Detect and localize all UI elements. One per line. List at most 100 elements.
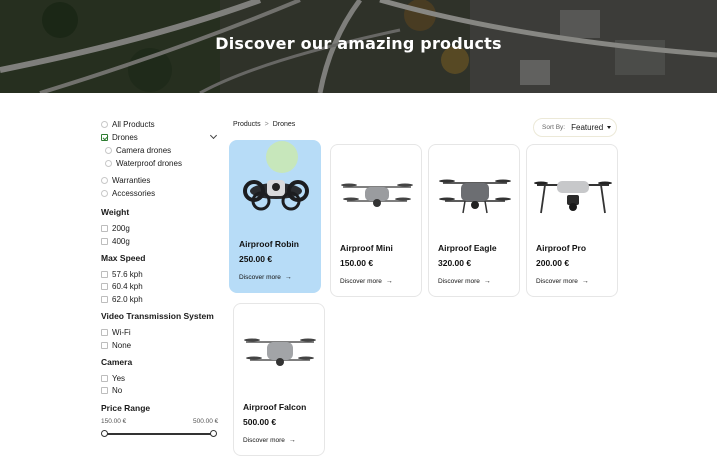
filter-option[interactable]: 57.6 kph <box>101 268 143 280</box>
category-waterproof-drones[interactable]: Waterproof drones <box>105 157 182 169</box>
filter-option[interactable]: No <box>101 384 122 396</box>
checkbox[interactable] <box>101 386 108 394</box>
product-card[interactable]: Airproof Falcon 500.00 € Discover more → <box>233 303 325 456</box>
category-warranties[interactable]: Warranties <box>101 174 150 186</box>
cta-label: Discover more <box>340 278 382 285</box>
product-card[interactable]: Airproof Mini 150.00 € Discover more → <box>330 144 422 297</box>
discover-more-link[interactable]: Discover more → <box>243 437 296 444</box>
breadcrumb-products[interactable]: Products <box>233 121 261 128</box>
pro-drone-icon <box>534 181 612 214</box>
cta-label: Discover more <box>536 278 578 285</box>
product-name: Airproof Robin <box>239 239 299 249</box>
fpv-drone-icon <box>243 180 309 211</box>
product-name: Airproof Mini <box>340 243 393 253</box>
price-max-handle[interactable] <box>210 430 217 437</box>
cta-label: Discover more <box>239 274 281 281</box>
filter-option[interactable]: Wi-Fi <box>101 326 131 338</box>
radio-button[interactable] <box>105 146 112 154</box>
breadcrumb: Products > Drones <box>233 121 295 128</box>
option-label: Wi-Fi <box>112 327 131 337</box>
option-label: Yes <box>112 373 126 383</box>
option-label: No <box>112 385 123 395</box>
product-price: 200.00 € <box>536 258 570 268</box>
product-card[interactable]: Airproof Robin 250.00 € Discover more → <box>229 140 321 293</box>
product-name: Airproof Eagle <box>438 243 497 253</box>
checkbox[interactable] <box>101 341 108 349</box>
category-label: All Products <box>112 119 155 129</box>
product-price: 500.00 € <box>243 417 277 427</box>
filter-option[interactable]: Yes <box>101 372 125 384</box>
price-min-label: 150.00 € <box>101 418 127 425</box>
arrow-right-icon: → <box>483 278 491 285</box>
arrow-right-icon: → <box>581 278 589 285</box>
checkbox[interactable] <box>101 224 108 232</box>
product-price: 250.00 € <box>239 254 273 264</box>
discover-more-link[interactable]: Discover more → <box>239 274 292 281</box>
checkbox[interactable] <box>101 270 108 278</box>
category-label: Warranties <box>112 175 151 185</box>
option-label: 57.6 kph <box>112 269 143 279</box>
checkbox[interactable] <box>101 295 108 303</box>
arrow-right-icon: → <box>288 437 296 444</box>
filter-title-price-range: Price Range <box>101 403 151 413</box>
category-accessories[interactable]: Accessories <box>101 187 155 199</box>
category-label: Camera drones <box>116 145 172 155</box>
discover-more-link[interactable]: Discover more → <box>536 278 589 285</box>
category-label: Drones <box>112 132 138 142</box>
product-price: 320.00 € <box>438 258 472 268</box>
checkbox[interactable] <box>101 282 108 290</box>
checkbox[interactable] <box>101 374 108 382</box>
filter-option[interactable]: 400g <box>101 235 130 247</box>
arrow-right-icon: → <box>385 278 393 285</box>
filter-title-camera: Camera <box>101 357 133 367</box>
checkbox[interactable] <box>101 328 108 336</box>
category-drones[interactable]: Drones <box>101 131 138 143</box>
product-price: 150.00 € <box>340 258 374 268</box>
sort-value: Featured <box>571 123 604 132</box>
radio-button[interactable] <box>101 120 108 128</box>
category-label: Waterproof drones <box>116 158 182 168</box>
option-label: 400g <box>112 236 130 246</box>
radio-button[interactable] <box>101 176 108 184</box>
breadcrumb-separator: > <box>264 121 269 128</box>
price-range-track[interactable] <box>104 433 214 435</box>
sort-dropdown[interactable]: Sort By: Featured <box>533 118 617 137</box>
discover-more-link[interactable]: Discover more → <box>438 278 491 285</box>
checkbox-checked[interactable] <box>101 133 108 141</box>
page-title: Discover our amazing products <box>215 34 502 53</box>
hero-banner: Discover our amazing products <box>0 0 717 93</box>
product-card[interactable]: Airproof Pro 200.00 € Discover more → <box>526 144 618 297</box>
sort-label: Sort By: <box>542 124 566 131</box>
filter-option[interactable]: 62.0 kph <box>101 293 143 305</box>
option-label: 60.4 kph <box>112 281 143 291</box>
filter-option[interactable]: None <box>101 339 131 351</box>
category-all-products[interactable]: All Products <box>101 118 155 130</box>
filter-title-weight: Weight <box>101 207 130 217</box>
option-label: None <box>112 340 132 350</box>
radio-button[interactable] <box>105 159 112 167</box>
chevron-down-icon[interactable] <box>209 131 218 140</box>
product-name: Airproof Pro <box>536 243 587 253</box>
option-label: 62.0 kph <box>112 294 143 304</box>
quadcopter-icon <box>341 183 413 207</box>
radio-button[interactable] <box>101 189 108 197</box>
filter-option[interactable]: 60.4 kph <box>101 280 143 292</box>
option-label: 200g <box>112 223 130 233</box>
category-camera-drones[interactable]: Camera drones <box>105 144 171 156</box>
filter-title-max-speed: Max Speed <box>101 253 146 263</box>
discover-more-link[interactable]: Discover more → <box>340 278 393 285</box>
breadcrumb-drones: Drones <box>272 121 296 128</box>
cta-label: Discover more <box>243 437 285 444</box>
price-max-label: 500.00 € <box>193 418 219 425</box>
arrow-right-icon: → <box>284 274 292 281</box>
cta-label: Discover more <box>438 278 480 285</box>
quadcopter-icon <box>244 338 316 366</box>
quadcopter-icon <box>439 179 511 214</box>
product-card[interactable]: Airproof Eagle 320.00 € Discover more → <box>428 144 520 297</box>
checkbox[interactable] <box>101 237 108 245</box>
filter-title-video-transmission: Video Transmission System <box>101 311 214 321</box>
price-min-handle[interactable] <box>101 430 108 437</box>
category-label: Accessories <box>112 188 156 198</box>
product-name: Airproof Falcon <box>243 402 307 412</box>
filter-option[interactable]: 200g <box>101 222 130 234</box>
